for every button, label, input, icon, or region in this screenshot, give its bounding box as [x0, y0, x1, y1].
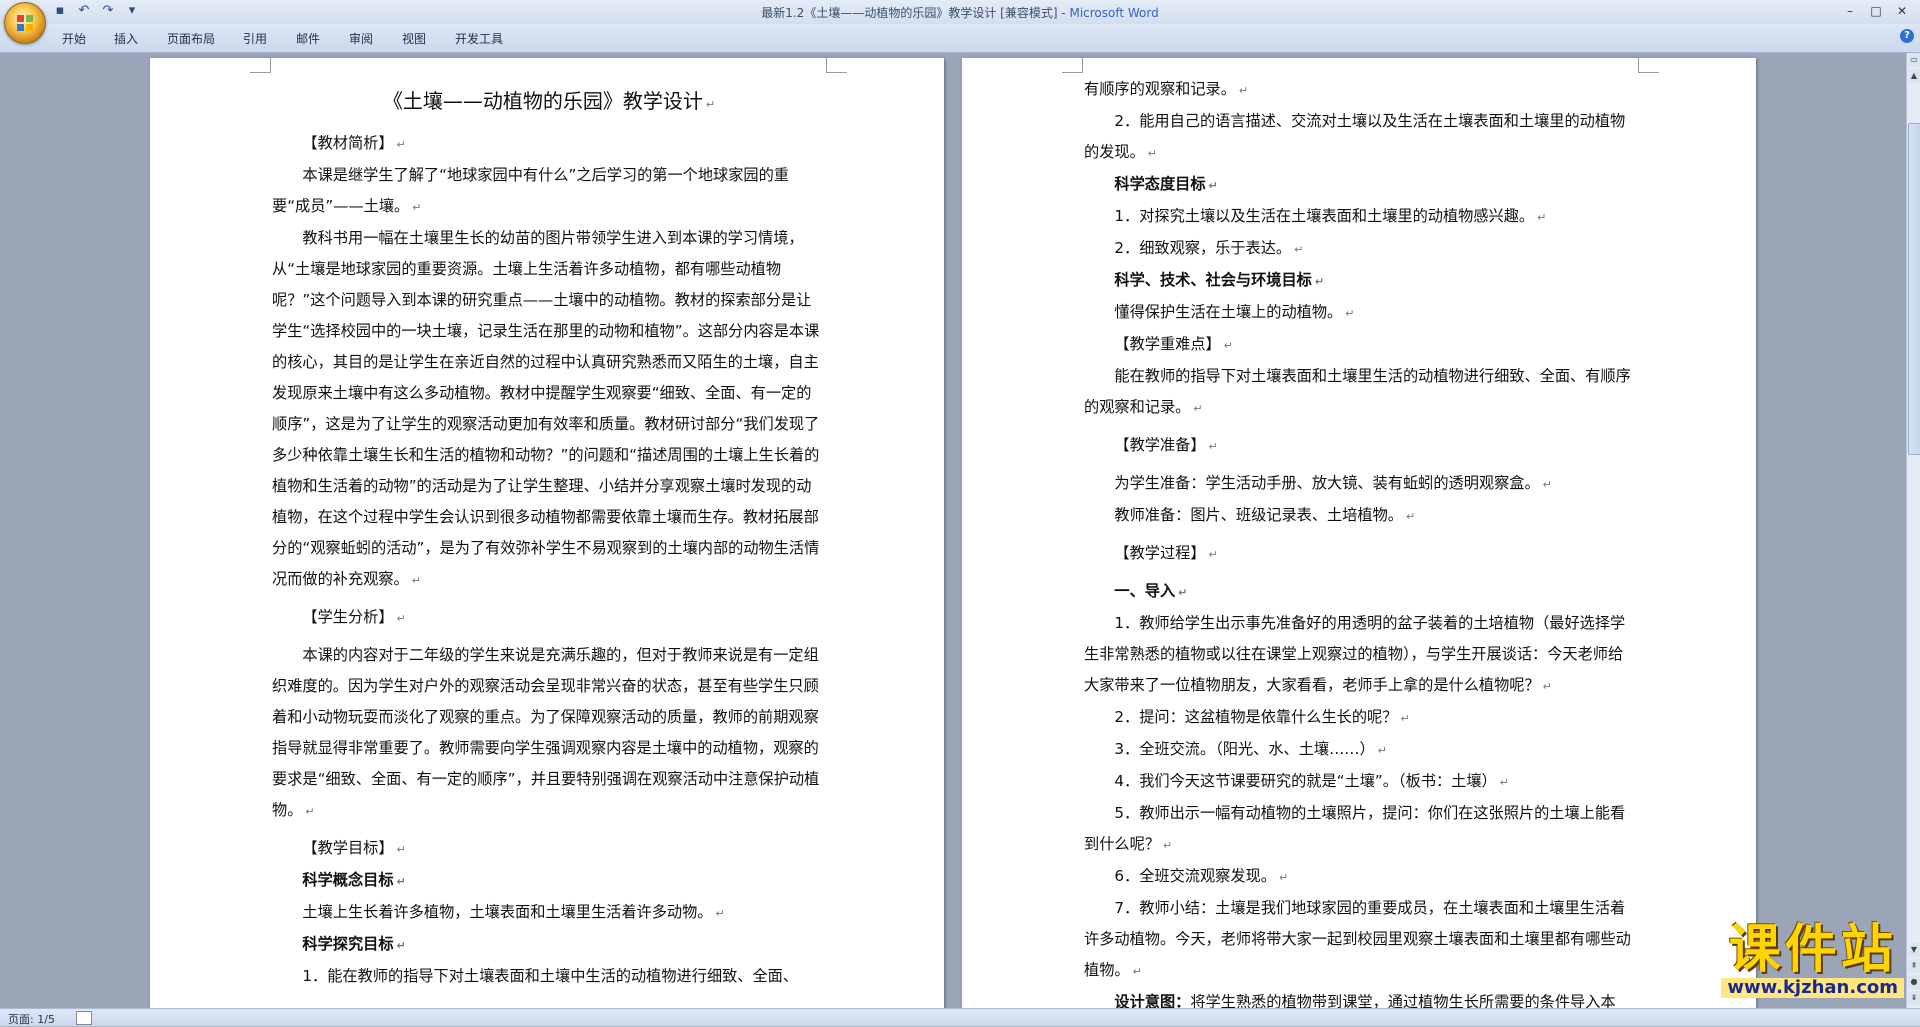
- tab-review[interactable]: 审阅: [349, 30, 373, 47]
- paragraph: 懂得保护生活在土壤上的动植物。 ↵: [1114, 303, 1355, 321]
- document-title: 最新1.2《土壤——动植物的乐园》教学设计 [兼容模式] -: [761, 6, 1070, 20]
- tab-view[interactable]: 视图: [402, 30, 426, 47]
- heading-process: 【教学过程】 ↵: [1114, 544, 1218, 562]
- office-button[interactable]: [4, 2, 46, 44]
- proofing-status-icon[interactable]: [76, 1011, 92, 1025]
- watermark-url: www.kjzhan.com: [1721, 978, 1904, 998]
- paragraph: 1．能在教师的指导下对土壤表面和土壤中生活的动植物进行细致、全面、: [302, 967, 799, 985]
- heading-preparation: 【教学准备】 ↵: [1114, 436, 1218, 454]
- subheading-concept: 科学概念目标 ↵: [302, 871, 406, 889]
- paragraph: 6．全班交流观察发现。 ↵: [1114, 867, 1289, 885]
- margin-mark: [250, 58, 271, 73]
- paragraph: 教科书用一幅在土壤里生长的幼苗的图片带领学生进入到本课的学习情境，从“土壤是地球…: [272, 229, 820, 588]
- paragraph: 有顺序的观察和记录。 ↵: [1084, 80, 1249, 98]
- document-heading: 《土壤——动植物的乐园》教学设计 ↵: [382, 89, 716, 113]
- minimize-icon[interactable]: –: [1838, 2, 1862, 20]
- page-1-content: 《土壤——动植物的乐园》教学设计 ↵ 【教材简析】 ↵ 本课是继学生了解了“地球家园…: [272, 82, 826, 992]
- tab-page-layout[interactable]: 页面布局: [167, 30, 215, 47]
- paragraph: 3．全班交流。（阳光、水、土壤……） ↵: [1114, 740, 1387, 758]
- paragraph: 7．教师小结：土壤是我们地球家园的重要成员，在土壤表面和土壤里生活着许多动植物。…: [1084, 899, 1631, 979]
- title-bar: ▪ ↶ ↷ ▾ 最新1.2《土壤——动植物的乐园》教学设计 [兼容模式] - M…: [0, 0, 1920, 44]
- margin-mark: [826, 58, 847, 73]
- subheading-inquiry: 科学探究目标 ↵: [302, 935, 406, 953]
- scroll-down-icon[interactable]: ▼: [1908, 943, 1920, 957]
- scroll-up-icon[interactable]: ▲: [1908, 69, 1920, 83]
- paragraph: 5．教师出示一幅有动植物的土壤照片，提问：你们在这张照片的土壤上能看到什么呢？ ↵: [1084, 804, 1626, 853]
- paragraph: 本课的内容对于二年级的学生来说是充满乐趣的，但对于教师来说是有一定组织难度的。因…: [272, 646, 820, 819]
- paragraph: 4．我们今天这节课要研究的就是“土壤”。（板书：土壤） ↵: [1114, 772, 1509, 790]
- heading-student: 【学生分析】 ↵: [302, 608, 406, 626]
- window-title: 最新1.2《土壤——动植物的乐园》教学设计 [兼容模式] - Microsoft…: [0, 4, 1920, 21]
- ruler-toggle-icon[interactable]: ▭: [1908, 53, 1920, 67]
- app-name: Microsoft Word: [1069, 6, 1159, 20]
- previous-page-icon[interactable]: ⇞: [1908, 959, 1920, 973]
- margin-mark: [1062, 58, 1083, 73]
- page-1[interactable]: 《土壤——动植物的乐园》教学设计 ↵ 【教材简析】 ↵ 本课是继学生了解了“地球家园…: [150, 58, 944, 1008]
- paragraph: 教师准备：图片、班级记录表、土培植物。 ↵: [1114, 506, 1416, 524]
- watermark-text: 课件站: [1728, 920, 1897, 980]
- page-2[interactable]: 有顺序的观察和记录。 ↵ 2．能用自己的语言描述、交流对土壤以及生活在土壤表面和土…: [962, 58, 1756, 1008]
- paragraph: 设计意图：将学生熟悉的植物带到课堂，通过植物生长所需要的条件导入本: [1114, 993, 1616, 1008]
- subheading-attitude: 科学态度目标 ↵: [1114, 175, 1218, 193]
- paragraph: 土壤上生长着许多植物，土壤表面和土壤里生活着许多动物。 ↵: [302, 903, 725, 921]
- next-page-icon[interactable]: ⇟: [1908, 991, 1920, 1005]
- ribbon-tabs: 开始 插入 页面布局 引用 邮件 审阅 视图 开发工具 ?: [0, 24, 1920, 53]
- paragraph: 为学生准备：学生活动手册、放大镜、装有蚯蚓的透明观察盒。 ↵: [1114, 474, 1552, 492]
- watermark-logo: 课件站 www.kjzhan.com: [1721, 922, 1904, 998]
- close-icon[interactable]: ✕: [1890, 2, 1914, 20]
- subheading-step-1: 一、导入 ↵: [1114, 582, 1188, 600]
- maximize-icon[interactable]: □: [1864, 2, 1888, 20]
- scroll-thumb[interactable]: [1908, 123, 1920, 455]
- help-icon[interactable]: ?: [1900, 29, 1914, 43]
- tab-developer[interactable]: 开发工具: [455, 30, 503, 47]
- subheading-stse: 科学、技术、社会与环境目标 ↵: [1114, 271, 1325, 289]
- paragraph: 2．细致观察，乐于表达。 ↵: [1114, 239, 1304, 257]
- paragraph: 能在教师的指导下对土壤表面和土壤里生活的动植物进行细致、全面、有顺序的观察和记录…: [1084, 367, 1631, 416]
- heading-intro: 【教材简析】 ↵: [302, 134, 406, 152]
- tab-home[interactable]: 开始: [62, 30, 86, 47]
- tab-references[interactable]: 引用: [243, 30, 267, 47]
- document-area[interactable]: 《土壤——动植物的乐园》教学设计 ↵ 【教材简析】 ↵ 本课是继学生了解了“地球家园…: [0, 53, 1906, 1008]
- heading-key-points: 【教学重难点】 ↵: [1114, 335, 1233, 353]
- paragraph: 1．教师给学生出示事先准备好的用透明的盆子装着的土培植物（最好选择学生非常熟悉的…: [1084, 614, 1626, 694]
- paragraph: 1．对探究土壤以及生活在土壤表面和土壤里的动植物感兴趣。 ↵: [1114, 207, 1547, 225]
- browse-object-icon[interactable]: ●: [1908, 975, 1920, 989]
- tab-mailings[interactable]: 邮件: [296, 30, 320, 47]
- heading-goals: 【教学目标】 ↵: [302, 839, 406, 857]
- paragraph: 本课是继学生了解了“地球家园中有什么”之后学习的第一个地球家园的重要“成员”——…: [272, 166, 789, 215]
- paragraph: 2．能用自己的语言描述、交流对土壤以及生活在土壤表面和土壤里的动植物的发现。 ↵: [1084, 112, 1626, 161]
- office-logo-icon: [17, 15, 33, 31]
- page-2-content: 有顺序的观察和记录。 ↵ 2．能用自己的语言描述、交流对土壤以及生活在土壤表面和土…: [1084, 74, 1638, 1008]
- status-bar: 页面: 1/5: [0, 1008, 1920, 1026]
- tab-insert[interactable]: 插入: [114, 30, 138, 47]
- paragraph: 2．提问：这盆植物是依靠什么生长的呢？ ↵: [1114, 708, 1410, 726]
- vertical-scrollbar[interactable]: ▭ ▲ ▼ ⇞ ● ⇟: [1906, 53, 1920, 1008]
- margin-mark: [1638, 58, 1659, 73]
